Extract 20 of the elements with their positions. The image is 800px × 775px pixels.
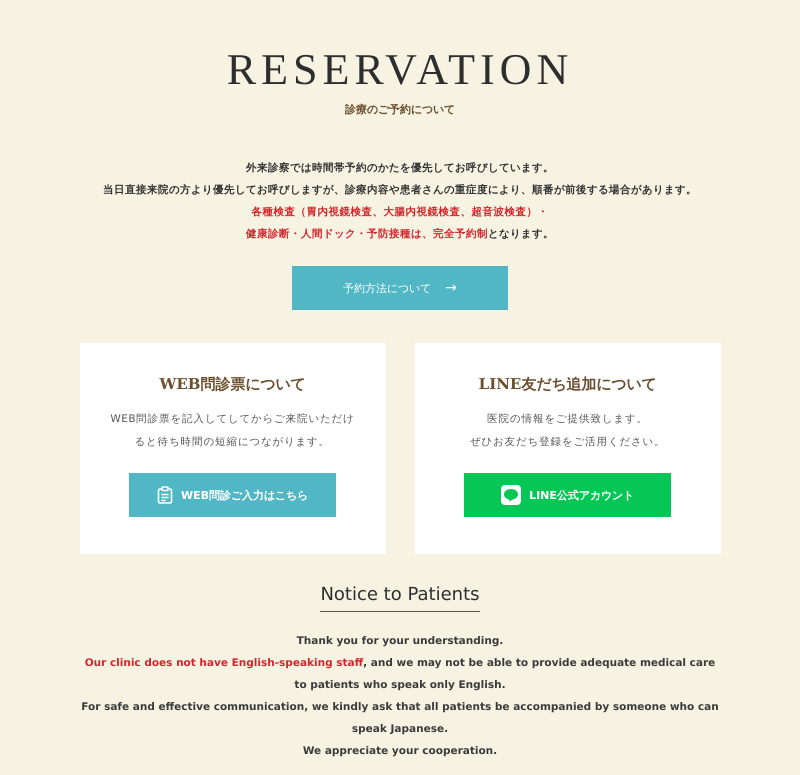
clipboard-icon — [156, 486, 173, 504]
card-description: WEB問診票を記入してしてからご来院いただけ ると待ち時間の短縮につながります。 — [110, 412, 355, 450]
card-description: 医院の情報をご提供致します。 ぜひお友だち登録をご活用ください。 — [470, 412, 666, 450]
line-account-button[interactable]: LINE公式アカウント — [464, 473, 671, 517]
notice-paragraph: We appreciate your cooperation. — [302, 744, 498, 759]
notice-paragraph: Our clinic does not have English-speaking staff, and we may not be able to provide adequate medical care to patients who speak only English. — [84, 656, 716, 693]
reservation-method-button[interactable]: 予約方法について → — [292, 266, 508, 310]
card-title: WEB問診票について — [160, 375, 306, 394]
intro-text: 当日直接来院の方より優先してお呼びしますが、診療内容や患者さんの重症度により、順番が前後する場合があります。 — [103, 182, 697, 198]
intro-text: 各種検査（胃内視鏡検査、大腸内視鏡検査、超音波検査）・ — [252, 204, 548, 220]
web-questionnaire-button[interactable]: WEB問診ご入力はこちら — [129, 473, 336, 517]
page-subtitle: 診療のご予約について — [345, 102, 455, 117]
page-title: RESERVATION — [226, 44, 574, 96]
notice-paragraph: Thank you for your understanding. — [296, 634, 504, 649]
chat-bubble-icon — [501, 485, 522, 505]
intro-text: 外来診察では時間帯予約のかたを優先してお呼びしています。 — [246, 160, 554, 176]
notice-paragraph: For safe and effective communication, we kindly ask that all patients be accompanied by someone who can speak Japanese. — [80, 700, 720, 737]
card-title: LINE友だち追加について — [478, 375, 656, 394]
intro-text: 健康診断・人間ドック・予防接種は、完全予約制 となります。 — [246, 226, 554, 242]
notice-heading: Notice to Patients — [320, 584, 480, 612]
